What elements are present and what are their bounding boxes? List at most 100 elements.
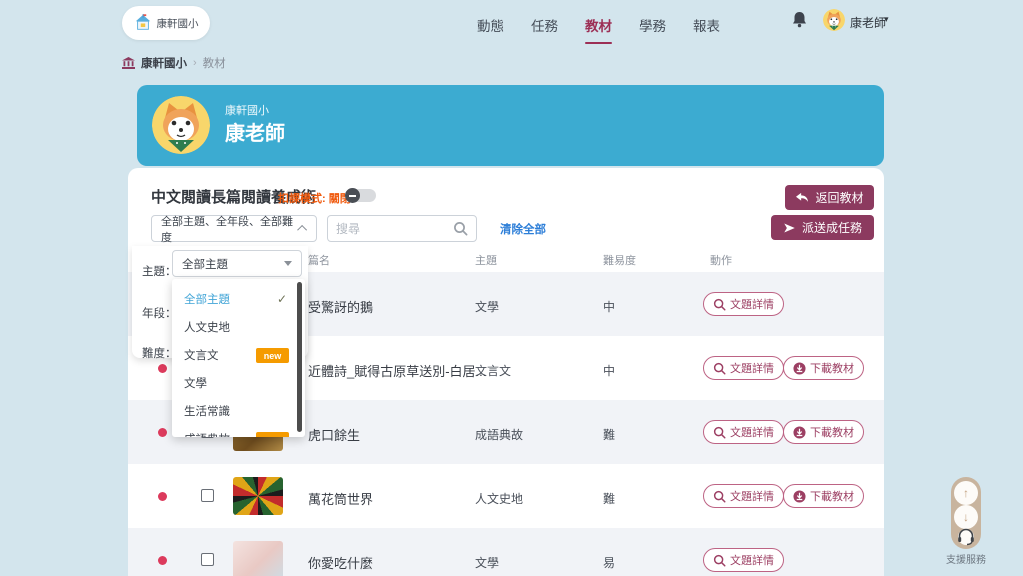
- detail-button[interactable]: 文題詳情: [703, 292, 784, 316]
- nav-tab-affairs[interactable]: 學務: [639, 15, 666, 35]
- headset-icon[interactable]: [956, 527, 976, 546]
- teacher-banner: 康軒國小 康老師: [137, 85, 884, 166]
- teacher-avatar: [152, 96, 210, 154]
- download-button[interactable]: 下載教材: [783, 484, 864, 508]
- school-logo[interactable]: 康軒國小: [122, 6, 210, 40]
- breadcrumb-separator: ›: [193, 57, 197, 69]
- assign-button-label: 派送成任務: [802, 219, 862, 236]
- up-arrow-icon: ↑: [963, 486, 969, 500]
- check-icon: ✓: [277, 292, 287, 306]
- user-menu-caret-icon[interactable]: ▾: [884, 14, 889, 25]
- search-icon: [453, 221, 468, 236]
- article-difficulty: 難: [603, 426, 615, 443]
- row-checkbox[interactable]: [201, 489, 214, 502]
- dropdown-item-life-knowledge[interactable]: 生活常識: [172, 397, 305, 425]
- article-title: 受驚訝的鵝: [308, 297, 373, 316]
- detail-button[interactable]: 文題詳情: [703, 484, 784, 508]
- main-nav: 動態 任務 教材 學務 報表: [477, 15, 720, 35]
- article-difficulty: 易: [603, 554, 615, 571]
- article-difficulty: 難: [603, 490, 615, 507]
- breadcrumb-current: 教材: [203, 55, 226, 71]
- table-row: 你愛吃什麼 文學 易 文題詳情: [128, 528, 884, 576]
- article-difficulty: 中: [603, 298, 615, 315]
- dropdown-item-label: 文言文: [184, 347, 219, 363]
- send-icon: [783, 222, 796, 234]
- download-button-label: 下載教材: [810, 424, 854, 440]
- assign-as-task-button[interactable]: 派送成任務: [771, 215, 874, 240]
- deduct-mode-toggle[interactable]: [345, 188, 377, 203]
- search-input[interactable]: [336, 222, 453, 236]
- article-theme: 文言文: [475, 362, 511, 379]
- school-building-icon: [122, 57, 135, 69]
- school-logo-label: 康軒國小: [157, 16, 199, 31]
- scroll-up-button[interactable]: ↑: [954, 481, 978, 505]
- user-name[interactable]: 康老師: [850, 14, 886, 31]
- download-button[interactable]: 下載教材: [783, 420, 864, 444]
- magnifier-icon: [713, 298, 726, 311]
- dropdown-item-classical-chinese[interactable]: 文言文 new: [172, 341, 305, 369]
- dropdown-item-literature[interactable]: 文學: [172, 369, 305, 397]
- notification-bell-icon[interactable]: [792, 11, 807, 28]
- article-title: 你愛吃什麼: [308, 553, 373, 572]
- download-icon: [793, 426, 806, 439]
- dropdown-scrollbar[interactable]: [297, 282, 302, 432]
- dropdown-item-label: 文學: [184, 375, 207, 391]
- nav-tab-feed[interactable]: 動態: [477, 15, 504, 35]
- deduct-mode-label: 扣課模式: 關閉: [278, 190, 351, 206]
- dropdown-item-label: 人文史地: [184, 319, 230, 335]
- theme-dropdown-menu: 全部主題 ✓ 人文史地 文言文 new 文學 生活常識 成語典故 new: [172, 279, 305, 437]
- clear-all-link[interactable]: 清除全部: [500, 221, 546, 237]
- app-screen: 康軒國小 動態 任務 教材 學務 報表 康老師 ▾ 康軒國小 › 教材: [0, 0, 1023, 576]
- new-badge: new: [256, 432, 289, 437]
- toggle-knob-minus-icon: [345, 188, 360, 203]
- unread-dot: [158, 428, 167, 437]
- banner-school-name: 康軒國小: [225, 102, 269, 118]
- search-box[interactable]: [327, 215, 477, 242]
- row-checkbox[interactable]: [201, 553, 214, 566]
- scroll-down-button[interactable]: ↓: [954, 505, 978, 529]
- download-button[interactable]: 下載教材: [783, 356, 864, 380]
- banner-teacher-name: 康老師: [225, 117, 285, 146]
- detail-button[interactable]: 文題詳情: [703, 356, 784, 380]
- dropdown-item-humanities[interactable]: 人文史地: [172, 313, 305, 341]
- user-avatar[interactable]: [823, 9, 845, 31]
- dropdown-item-all-themes[interactable]: 全部主題 ✓: [172, 285, 305, 313]
- nav-tab-tasks[interactable]: 任務: [531, 15, 558, 35]
- dropdown-item-label: 生活常識: [184, 403, 230, 419]
- article-theme: 文學: [475, 298, 499, 315]
- detail-button[interactable]: 文題詳情: [703, 420, 784, 444]
- dropdown-item-idioms[interactable]: 成語典故 new: [172, 425, 305, 437]
- school-house-icon: [134, 14, 152, 32]
- breadcrumb-school[interactable]: 康軒國小: [141, 55, 187, 71]
- article-thumbnail: [233, 541, 283, 576]
- dropdown-item-label: 成語典故: [184, 431, 230, 437]
- column-header-theme: 主題: [475, 252, 497, 268]
- unread-dot: [158, 556, 167, 565]
- nav-tab-materials[interactable]: 教材: [585, 15, 612, 35]
- article-theme: 成語典故: [475, 426, 523, 443]
- down-arrow-icon: ↓: [963, 510, 969, 524]
- column-header-difficulty: 難易度: [603, 252, 636, 268]
- back-button-label: 返回教材: [815, 189, 863, 206]
- back-to-materials-button[interactable]: 返回教材: [785, 185, 874, 210]
- article-title: 萬花筒世界: [308, 489, 373, 508]
- article-title: 近體詩_賦得古原草送別-白居...: [308, 361, 486, 380]
- nav-tab-reports[interactable]: 報表: [693, 15, 720, 35]
- download-icon: [793, 490, 806, 503]
- magnifier-icon: [713, 490, 726, 503]
- column-header-title: 篇名: [308, 252, 330, 268]
- magnifier-icon: [713, 554, 726, 567]
- new-badge: new: [256, 348, 289, 363]
- support-widget: ↑ ↓: [951, 477, 981, 549]
- table-row: 萬花筒世界 人文史地 難 文題詳情 下載教材: [128, 464, 884, 528]
- back-arrow-icon: [795, 192, 809, 204]
- magnifier-icon: [713, 362, 726, 375]
- theme-select[interactable]: 全部主題: [172, 250, 302, 277]
- filter-summary-select[interactable]: 全部主題、全年段、全部難度: [151, 215, 317, 242]
- detail-button[interactable]: 文題詳情: [703, 548, 784, 572]
- article-title: 虎口餘生: [308, 425, 360, 444]
- filter-summary-text: 全部主題、全年段、全部難度: [161, 213, 294, 245]
- detail-button-label: 文題詳情: [730, 360, 774, 376]
- magnifier-icon: [713, 426, 726, 439]
- download-button-label: 下載教材: [810, 488, 854, 504]
